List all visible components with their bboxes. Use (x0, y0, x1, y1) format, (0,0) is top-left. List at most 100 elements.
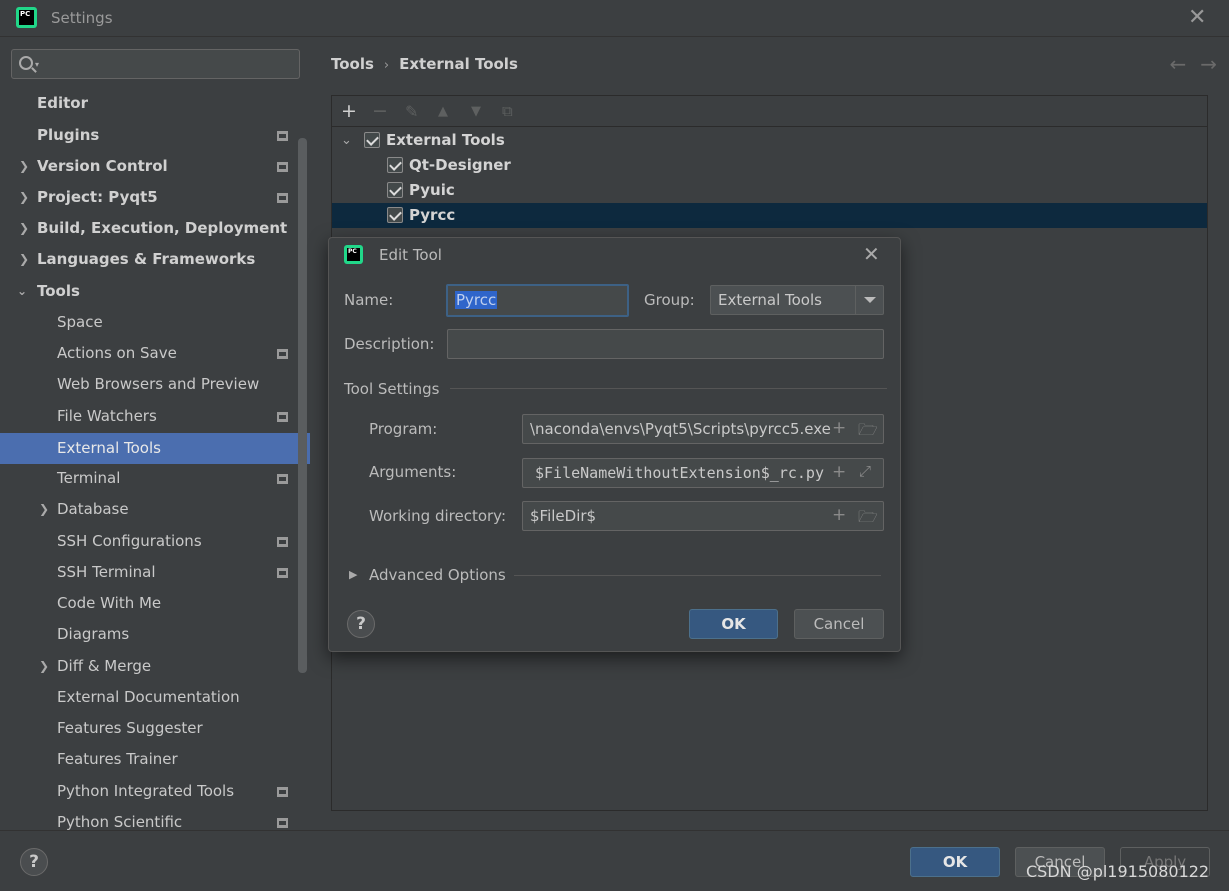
working-directory-field[interactable]: $FileDir$ (522, 501, 884, 531)
insert-macro-icon[interactable]: + (832, 462, 846, 482)
expand-icon[interactable]: ⤢ (859, 462, 871, 480)
advanced-options-toggle[interactable]: Advanced Options (369, 566, 506, 584)
help-button[interactable]: ? (20, 848, 48, 876)
insert-macro-icon[interactable]: + (832, 418, 846, 438)
breadcrumb: Tools › External Tools (331, 55, 518, 73)
sidebar-item-python-integrated-tools[interactable]: Python Integrated Tools (0, 776, 310, 807)
tool-label: Pyuic (409, 181, 455, 199)
add-icon[interactable]: + (341, 100, 357, 122)
chevron-right-icon[interactable]: ❯ (19, 182, 29, 213)
copy-icon[interactable]: ⧉ (502, 102, 513, 120)
group-select[interactable]: External Tools (710, 285, 884, 315)
tool-settings-title: Tool Settings (344, 380, 440, 398)
move-down-icon[interactable]: ▼ (471, 104, 481, 119)
ok-button[interactable]: OK (689, 609, 778, 639)
sidebar-item-diff-merge[interactable]: ❯ Diff & Merge (0, 651, 310, 682)
history-navigation: ← → (1155, 52, 1217, 76)
project-scope-icon (277, 162, 288, 172)
sidebar-item-features-trainer[interactable]: Features Trainer (0, 744, 310, 775)
arguments-label: Arguments: (369, 463, 457, 481)
sidebar-item-external-tools[interactable]: External Tools (0, 433, 310, 464)
window-title: Settings (51, 9, 113, 27)
chevron-down-icon[interactable] (855, 286, 883, 314)
title-bar: PC Settings ✕ (0, 0, 1229, 37)
remove-icon[interactable]: − (372, 100, 388, 122)
sidebar-item-code-with-me[interactable]: Code With Me (0, 588, 310, 619)
breadcrumb-current: External Tools (399, 55, 518, 73)
chevron-right-icon[interactable]: ❯ (19, 151, 29, 182)
folder-browse-icon[interactable]: 🗁 (858, 506, 878, 533)
sidebar-item-build[interactable]: ❯ Build, Execution, Deployment (0, 213, 310, 244)
section-divider (514, 575, 881, 576)
tool-row[interactable]: Pyrcc (332, 203, 1207, 228)
chevron-down-icon[interactable]: ⌄ (341, 128, 352, 153)
pycharm-logo-icon: PC (344, 245, 363, 264)
chevron-right-icon[interactable]: ❯ (19, 213, 29, 244)
tool-row[interactable]: Pyuic (332, 178, 1207, 203)
edit-pencil-icon[interactable]: ✎ (405, 102, 418, 121)
sidebar-item-python-scientific[interactable]: Python Scientific (0, 807, 310, 830)
tool-checkbox[interactable] (387, 182, 403, 198)
sidebar-item-terminal[interactable]: Terminal (0, 463, 310, 494)
pycharm-logo-icon: PC (16, 7, 37, 28)
close-icon[interactable]: ✕ (863, 242, 880, 266)
chevron-right-icon[interactable]: ❯ (39, 651, 49, 682)
forward-arrow-icon[interactable]: → (1200, 52, 1217, 76)
sidebar-item-version-control[interactable]: ❯ Version Control (0, 151, 310, 182)
sidebar-item-ssh-terminal[interactable]: SSH Terminal (0, 557, 310, 588)
sidebar-item-tools[interactable]: ⌄ Tools (0, 276, 310, 307)
program-label: Program: (369, 420, 438, 438)
section-divider (450, 388, 887, 389)
tool-checkbox[interactable] (387, 207, 403, 223)
sidebar-item-web-browsers[interactable]: Web Browsers and Preview (0, 369, 310, 400)
sidebar-item-plugins[interactable]: Plugins (0, 120, 310, 151)
search-icon (19, 56, 33, 70)
tool-label: Qt-Designer (409, 156, 511, 174)
folder-browse-icon[interactable]: 🗁 (858, 419, 878, 446)
sidebar-item-ssh-configurations[interactable]: SSH Configurations (0, 526, 310, 557)
sidebar-item-diagrams[interactable]: Diagrams (0, 619, 310, 650)
back-arrow-icon[interactable]: ← (1169, 52, 1186, 76)
settings-sidebar: ▾ Editor Plugins ❯ Version Control ❯ Proje… (0, 38, 310, 830)
tools-group-row[interactable]: ⌄ External Tools (332, 128, 1207, 153)
sidebar-item-file-watchers[interactable]: File Watchers (0, 401, 310, 432)
name-field[interactable]: Pyrcc (446, 284, 629, 317)
dialog-title: Edit Tool (379, 246, 442, 264)
help-button[interactable]: ? (347, 610, 375, 638)
move-up-icon[interactable]: ▲ (438, 104, 448, 119)
edit-tool-dialog: PC Edit Tool ✕ Name: Pyrcc Group: Extern… (328, 237, 901, 652)
close-icon[interactable]: ✕ (1188, 5, 1206, 30)
insert-macro-icon[interactable]: + (832, 505, 846, 525)
tool-checkbox[interactable] (387, 157, 403, 173)
project-scope-icon (277, 193, 288, 203)
breadcrumb-parent[interactable]: Tools (331, 55, 374, 73)
group-checkbox[interactable] (364, 132, 380, 148)
breadcrumb-separator-icon: › (383, 58, 390, 73)
cancel-button[interactable]: Cancel (794, 609, 884, 639)
sidebar-scrollbar[interactable] (298, 138, 307, 673)
sidebar-item-actions-on-save[interactable]: Actions on Save (0, 338, 310, 369)
sidebar-item-features-suggester[interactable]: Features Suggester (0, 713, 310, 744)
program-field[interactable]: \naconda\envs\Pyqt5\Scripts\pyrcc5.exe (522, 414, 884, 444)
watermark: CSDN @pl1915080122 (1026, 862, 1210, 881)
sidebar-item-editor[interactable]: Editor (0, 88, 310, 119)
description-field[interactable] (447, 329, 884, 359)
sidebar-item-languages[interactable]: ❯ Languages & Frameworks (0, 244, 310, 275)
project-scope-icon (277, 349, 288, 359)
chevron-right-icon[interactable]: ▶ (349, 568, 357, 581)
tool-row[interactable]: Qt-Designer (332, 153, 1207, 178)
chevron-right-icon[interactable]: ❯ (19, 244, 29, 275)
working-directory-label: Working directory: (369, 507, 507, 525)
search-input[interactable]: ▾ (11, 49, 300, 79)
sidebar-item-project[interactable]: ❯ Project: Pyqt5 (0, 182, 310, 213)
project-scope-icon (277, 474, 288, 484)
sidebar-item-external-documentation[interactable]: External Documentation (0, 682, 310, 713)
chevron-right-icon[interactable]: ❯ (39, 494, 49, 525)
chevron-down-icon[interactable]: ⌄ (17, 276, 27, 307)
tools-toolbar: + − ✎ ▲ ▼ ⧉ (332, 96, 1207, 127)
sidebar-item-space[interactable]: Space (0, 307, 310, 338)
ok-button[interactable]: OK (910, 847, 1000, 877)
description-label: Description: (344, 335, 435, 353)
arguments-field[interactable]: $FileNameWithoutExtension$_rc.py (522, 458, 884, 488)
sidebar-item-database[interactable]: ❯ Database (0, 494, 310, 525)
